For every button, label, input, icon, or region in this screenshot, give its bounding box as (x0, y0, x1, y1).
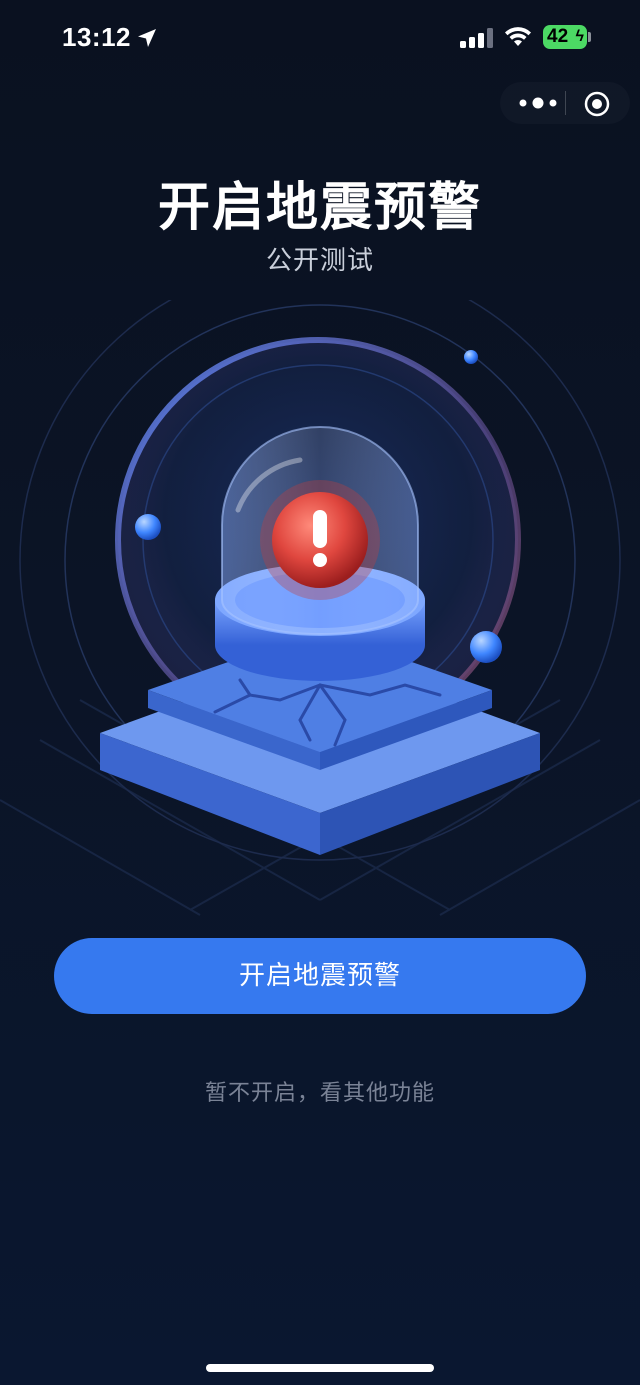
battery-tip (588, 32, 591, 42)
battery-level: 42 (547, 26, 569, 47)
close-target-icon[interactable] (584, 91, 610, 117)
signal-icon (460, 28, 493, 48)
skip-link[interactable]: 暂不开启，看其他功能 (0, 1075, 640, 1107)
home-indicator[interactable] (206, 1364, 434, 1372)
wifi-icon (505, 27, 531, 46)
capsule-divider (565, 91, 566, 115)
page-subtitle: 公开测试 (265, 246, 374, 276)
status-time: 13:12 (62, 22, 131, 52)
status-bar: 13:12 42 ϟ (0, 0, 640, 80)
capsule-menu (500, 82, 630, 124)
more-icon[interactable] (518, 92, 558, 114)
location-arrow-icon (138, 29, 156, 47)
page-title: 开启地震预警 (157, 178, 482, 238)
earthquake-alert-illustration (0, 300, 640, 916)
enable-alert-button[interactable]: 开启地震预警 (54, 938, 586, 1014)
charging-bolt-icon: ϟ (575, 28, 584, 45)
battery-icon: 42 ϟ (543, 25, 587, 49)
alarm-icon (260, 480, 380, 600)
